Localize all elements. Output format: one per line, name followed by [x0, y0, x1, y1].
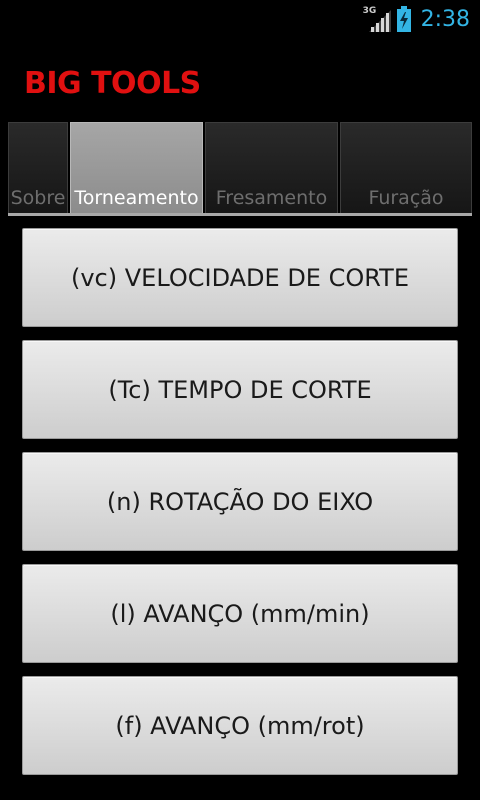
tab-label: Torneamento — [74, 187, 199, 209]
cutting-time-button[interactable]: (Tc) TEMPO DE CORTE — [22, 340, 458, 439]
screen: 3G 2:38 BIG TOOLS Sobre Torneamento Fres… — [0, 0, 480, 800]
tab-label: Fresamento — [215, 187, 328, 209]
tab-label: Sobre — [10, 187, 66, 209]
app-title: BIG TOOLS — [24, 66, 201, 101]
cutting-speed-button[interactable]: (vc) VELOCIDADE DE CORTE — [22, 228, 458, 327]
status-bar: 3G 2:38 — [0, 0, 480, 38]
feed-mm-per-rev-button[interactable]: (f) AVANÇO (mm/rot) — [22, 676, 458, 775]
tab-label: Furação — [368, 187, 444, 209]
spindle-rotation-button[interactable]: (n) ROTAÇÃO DO EIXO — [22, 452, 458, 551]
feed-mm-per-min-button[interactable]: (l) AVANÇO (mm/min) — [22, 564, 458, 663]
battery-charging-icon — [396, 6, 411, 32]
tab-bar: Sobre Torneamento Fresamento Furação — [8, 122, 472, 216]
tab-fresamento[interactable]: Fresamento — [205, 122, 338, 213]
clock: 2:38 — [420, 6, 470, 32]
tab-furacao[interactable]: Furação — [340, 122, 472, 213]
tab-torneamento[interactable]: Torneamento — [70, 122, 203, 213]
tab-sobre[interactable]: Sobre — [8, 122, 68, 213]
status-icons: 3G 2:38 — [363, 4, 470, 34]
calculation-button-list: (vc) VELOCIDADE DE CORTE (Tc) TEMPO DE C… — [22, 228, 458, 788]
signal-icon: 3G — [363, 6, 391, 32]
